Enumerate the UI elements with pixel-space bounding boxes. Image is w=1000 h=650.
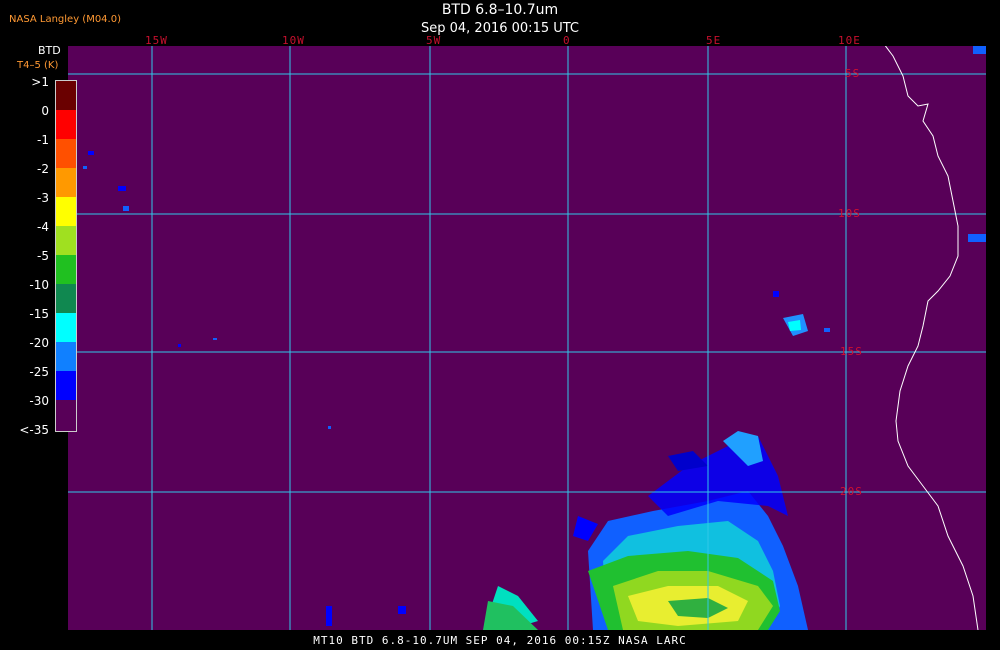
lat-label-10s: 10S: [838, 207, 861, 220]
lon-label-5w: 5W: [426, 34, 442, 47]
legend-tick-label: -10: [29, 278, 49, 292]
legend-swatch: [56, 168, 76, 197]
legend-swatch: [56, 110, 76, 139]
legend-swatch: [56, 284, 76, 313]
legend-swatch: [56, 139, 76, 168]
color-scale-bar: [55, 80, 77, 432]
legend-swatch: [56, 313, 76, 342]
lon-label-5e: 5E: [706, 34, 722, 47]
legend-tick-label: -4: [37, 220, 49, 234]
legend-tick-label: >1: [31, 75, 49, 89]
cloud-field: [83, 46, 986, 630]
lat-label-20s: 20S: [840, 485, 863, 498]
legend-tick-label: -2: [37, 162, 49, 176]
legend-tick-label: -25: [29, 365, 49, 379]
legend-swatch: [56, 81, 76, 110]
legend-swatch: [56, 255, 76, 284]
lat-label-15s: 15S: [840, 345, 863, 358]
footer-caption: MT10 BTD 6.8-10.7UM SEP 04, 2016 00:15Z …: [313, 634, 687, 647]
legend-swatch: [56, 197, 76, 226]
lon-label-10w: 10W: [282, 34, 305, 47]
legend-swatch: [56, 371, 76, 400]
legend-tick-label: -1: [37, 133, 49, 147]
legend-tick-label: -5: [37, 249, 49, 263]
coastline: [884, 46, 979, 630]
legend-swatch: [56, 226, 76, 255]
legend-tick-label: <-35: [19, 423, 49, 437]
legend-tick-label: -30: [29, 394, 49, 408]
legend-tick-label: 0: [41, 104, 49, 118]
lon-label-10e: 10E: [838, 34, 861, 47]
legend-swatch: [56, 400, 76, 431]
map-svg: [68, 46, 986, 630]
legend-tick-label: -20: [29, 336, 49, 350]
image-title: BTD 6.8–10.7um: [441, 2, 559, 18]
legend-swatch: [56, 342, 76, 371]
legend-tick-label: -3: [37, 191, 49, 205]
legend-unit: T4–5 (K): [17, 60, 59, 71]
map-canvas[interactable]: [68, 46, 986, 630]
lat-label-5s: 5S: [845, 67, 861, 80]
lon-label-0: 0: [563, 34, 571, 47]
legend-tick-label: -15: [29, 307, 49, 321]
satellite-image-viewer: NASA Langley (M04.0) BTD 6.8–10.7um Sep …: [0, 0, 1000, 650]
graticule: [68, 46, 986, 630]
legend-title: BTD: [38, 44, 61, 57]
lon-label-15w: 15W: [145, 34, 168, 47]
